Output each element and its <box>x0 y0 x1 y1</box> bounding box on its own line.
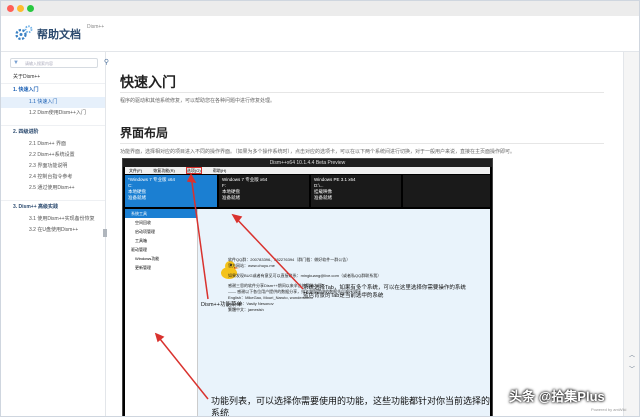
sidebar-item-3-2[interactable]: 3.2 在U盘使用Dism++ <box>1 225 105 236</box>
page-title: 快速入门 <box>120 74 176 90</box>
arrow-to-list <box>155 333 209 400</box>
sidebar-item-2-3[interactable]: 2.3 界面功能说明 <box>1 161 105 172</box>
arrow-to-tabs <box>232 214 304 290</box>
sidebar-item-2-4[interactable]: 2.4 控制台指令参考 <box>1 172 105 183</box>
close-window-button[interactable] <box>7 5 14 12</box>
sidebar-nav: 关于Dism++ 1. 快速入门 1.1 快速入门 1.2 Dism使用Dism… <box>1 72 105 236</box>
sidebar-item-advanced[interactable]: 2. 四级进阶 <box>1 125 105 139</box>
search-placeholder: 请输入搜索内容 <box>25 61 53 66</box>
scrollbar[interactable]: ︿ ﹀ <box>623 52 639 416</box>
annotation-arrows <box>154 173 304 400</box>
search-input[interactable]: ▼ 请输入搜索内容 ⚲ <box>10 58 109 68</box>
scroll-up-icon[interactable]: ︿ <box>627 350 637 359</box>
gear-icon <box>15 25 33 41</box>
maximize-window-button[interactable] <box>27 5 34 12</box>
app-subtitle: Dism++ <box>87 24 105 30</box>
arrow-head <box>154 332 165 343</box>
sidebar-item-practice[interactable]: 3. Dism++ 高级实践 <box>1 200 105 214</box>
browser-window: 帮助文档 Dism++ ▼ 请输入搜索内容 ⚲ 关于Dism++ 1. 快速入门… <box>0 0 640 417</box>
arrow-head <box>231 213 243 224</box>
divider <box>120 143 604 144</box>
sidebar-item-2-5[interactable]: 2.5 通过使用Dism++ <box>1 183 105 194</box>
sidebar-item-1-1[interactable]: 1.1 快速入门 <box>1 97 105 108</box>
main-content: 快速入门 程序的驱动和其他系统修复，可以帮助您在各种问题中进行修复处理。 界面布… <box>106 52 621 416</box>
arrow-head <box>186 173 197 183</box>
embedded-screenshot: Dism++x64 10.1.4.4 Beta Preview 文件(F) 恢复… <box>122 158 493 416</box>
divider <box>120 92 604 93</box>
sidebar-item-2-1[interactable]: 2.1 Dism++ 界面 <box>1 139 105 150</box>
sidebar-item-2-2[interactable]: 2.2 Dism++系统设置 <box>1 150 105 161</box>
sidebar: ▼ 请输入搜索内容 ⚲ 关于Dism++ 1. 快速入门 1.1 快速入门 1.… <box>1 52 109 416</box>
sidebar-item-quick-start[interactable]: 1. 快速入门 <box>1 83 105 97</box>
arrow-to-menu <box>190 174 209 300</box>
filter-icon[interactable]: ▼ <box>13 60 19 66</box>
app-title[interactable]: 帮助文档 <box>37 26 81 42</box>
minimize-window-button[interactable] <box>17 5 24 12</box>
sidebar-item-about[interactable]: 关于Dism++ <box>1 72 105 83</box>
sidebar-item-3-1[interactable]: 3.1 使用Dism++实现备份恢复 <box>1 214 105 225</box>
section-title: 界面布局 <box>120 126 169 140</box>
watermark: 头条 @拾集Plus <box>509 389 605 404</box>
powered-by: Powered by amWiki <box>591 407 627 412</box>
section-paragraph: 功能界面，选择相对应的项目进入不同的操作界面。（如果为多个操作系统时），点击对应… <box>120 149 516 155</box>
scroll-down-icon[interactable]: ﹀ <box>627 364 637 373</box>
app-header: 帮助文档 Dism++ <box>1 16 639 52</box>
sidebar-item-1-2[interactable]: 1.2 Dism使用Dism++入门 <box>1 108 105 119</box>
intro-paragraph: 程序的驱动和其他系统修复，可以帮助您在各种问题中进行修复处理。 <box>120 98 276 104</box>
window-titlebar <box>1 1 639 17</box>
